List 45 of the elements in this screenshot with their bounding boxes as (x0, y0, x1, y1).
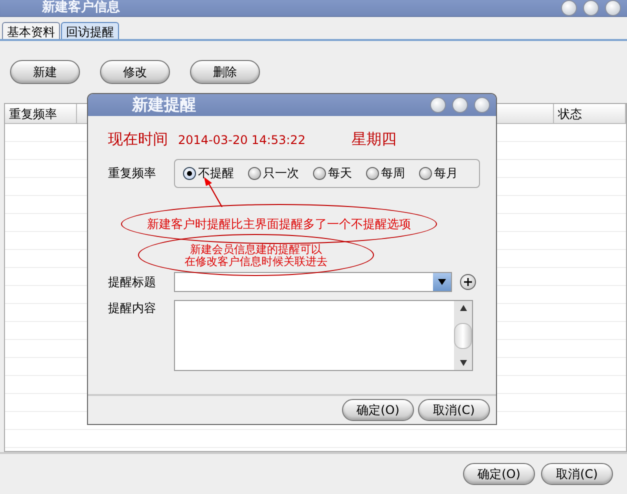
title-bar-button[interactable] (561, 0, 577, 16)
scroll-bar[interactable] (454, 301, 472, 370)
radio-button[interactable] (313, 167, 326, 180)
column-header[interactable]: 状态 (554, 104, 626, 123)
toolbar-button[interactable]: 新建 (10, 60, 80, 84)
weekday: 星期四 (351, 130, 396, 149)
caret-icon (438, 279, 446, 285)
radio-option[interactable]: 每周 (366, 165, 405, 182)
window-title: 新建客户信息 (42, 0, 120, 16)
field-label: 提醒内容 (108, 300, 157, 317)
title-bar-button[interactable] (452, 97, 468, 113)
field-label: 重复频率 (108, 165, 157, 182)
tab[interactable]: 回访提醒 (61, 22, 119, 39)
title-bar-button[interactable] (605, 0, 621, 16)
field-label: 提醒标题 (108, 274, 157, 290)
toolbar-button[interactable]: 删除 (190, 60, 260, 84)
scroll-thumb[interactable] (454, 322, 472, 348)
time-label: 现在时间 (108, 130, 168, 149)
scroll-down-icon[interactable] (460, 360, 466, 366)
toolbar-button[interactable]: 修改 (100, 60, 170, 84)
radio-option[interactable]: 只一次 (248, 165, 299, 182)
annotation-text: 新建会员信息建的提醒可以 在修改客户信息时候关联进去 (184, 244, 328, 268)
title-bar-button[interactable] (583, 0, 599, 16)
dialog-button[interactable]: 取消(C) (418, 399, 490, 421)
radio-button[interactable] (366, 167, 379, 180)
dropdown-button[interactable] (433, 273, 451, 291)
radio-button[interactable] (248, 167, 261, 180)
title-bar-button[interactable] (430, 97, 446, 113)
dialog-title: 新建提醒 (132, 94, 196, 116)
radio-button[interactable] (183, 167, 196, 180)
radio-option[interactable]: 每天 (313, 165, 352, 182)
title-combo-box[interactable] (174, 272, 452, 292)
scroll-up-icon[interactable] (460, 305, 466, 311)
dialog-button[interactable]: 取消(C) (541, 463, 613, 485)
add-icon[interactable] (460, 274, 476, 290)
current-time: 2014-03-20 14:53:22 (178, 133, 306, 147)
column-header[interactable]: 重复频率 (5, 104, 77, 123)
title-bar-button[interactable] (474, 97, 490, 113)
radio-button[interactable] (419, 167, 432, 180)
radio-option[interactable]: 不提醒 (183, 165, 234, 182)
tab[interactable]: 基本资料 (2, 22, 60, 39)
dialog-button[interactable]: 确定(O) (463, 463, 535, 485)
dialog-button[interactable]: 确定(O) (342, 399, 414, 421)
annotation-text: 新建客户时提醒比主界面提醒多了一个不提醒选项 (147, 218, 411, 230)
radio-option[interactable]: 每月 (419, 165, 458, 182)
